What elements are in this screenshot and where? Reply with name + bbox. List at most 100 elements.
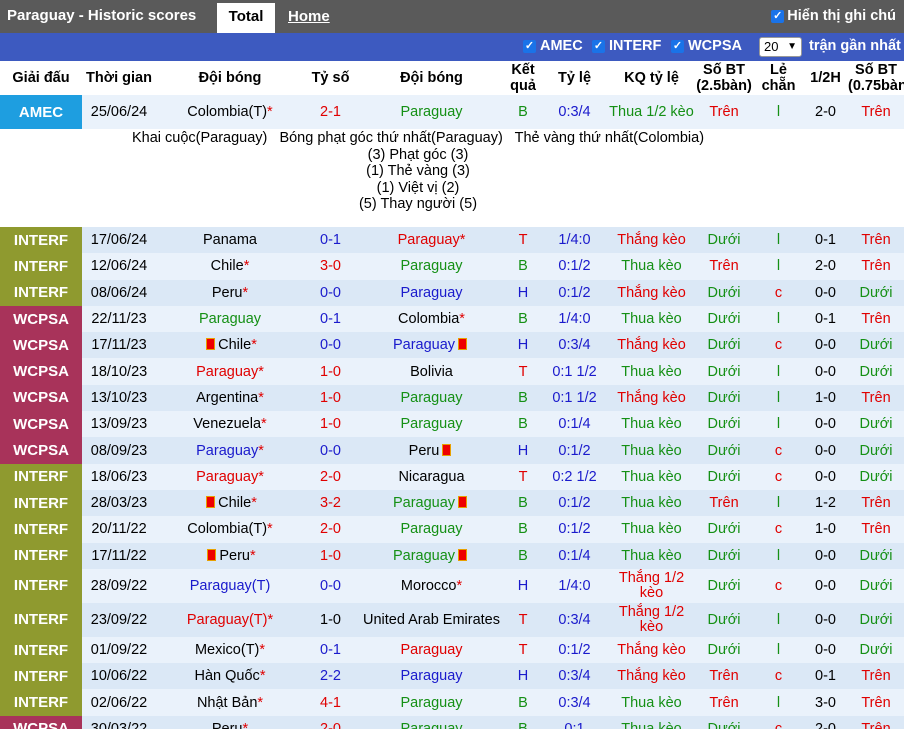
score-cell[interactable]: 1-0 [304,358,357,385]
league-cell[interactable]: INTERF [0,689,82,716]
away-team-cell[interactable]: Paraguay [357,715,506,729]
score-cell[interactable]: 1-0 [304,384,357,412]
league-cell[interactable]: INTERF [0,227,82,254]
score-cell[interactable]: 2-1 [304,95,357,129]
away-team-cell[interactable]: Bolivia [357,358,506,385]
away-team-cell[interactable]: Paraguay [357,253,506,280]
score-cell[interactable]: 0-1 [304,227,357,254]
filter-wcpsa[interactable]: ✓ WCPSA [671,38,742,54]
league-cell[interactable]: INTERF [0,542,82,569]
tab-total[interactable]: Total [217,3,275,33]
league-cell[interactable]: WCPSA [0,715,82,729]
away-team-cell[interactable]: Paraguay [357,689,506,716]
table-row[interactable]: INTERF 28/03/23 Chile* 3-2 Paraguay B 0:1/2 Thu… [0,489,904,517]
away-team-cell[interactable]: Paraguay [357,542,506,569]
league-cell[interactable]: INTERF [0,463,82,490]
league-cell[interactable]: WCPSA [0,437,82,464]
home-team-cell[interactable]: Peru* [156,542,304,569]
league-cell[interactable]: WCPSA [0,305,82,333]
score-cell[interactable]: 2-0 [304,715,357,729]
score-cell[interactable]: 0-0 [304,568,357,603]
score-cell[interactable]: 1-0 [304,602,357,637]
home-team-cell[interactable]: Chile* [156,253,304,280]
checkbox-icon[interactable]: ✓ [523,39,536,53]
away-team-cell[interactable]: United Arab Emirates [357,602,506,637]
home-team-cell[interactable]: Colombia(T)* [156,516,304,543]
table-row[interactable]: WCPSA 22/11/23 Paraguay 0-1 Colombia* B 1/4:0 T… [0,305,904,333]
away-team-cell[interactable]: Peru [357,437,506,464]
home-team-cell[interactable]: Peru* [156,715,304,729]
table-row[interactable]: INTERF 23/09/22 Paraguay(T)* 1-0 United Arab… [0,602,904,637]
table-row[interactable]: AMEC 25/06/24 Colombia(T)* 2-1 Paraguay B 0:3/… [0,95,904,129]
league-cell[interactable]: INTERF [0,663,82,690]
home-team-cell[interactable]: Venezuela* [156,411,304,438]
table-row[interactable]: INTERF 01/09/22 Mexico(T)* 0-1 Paraguay T 0:1/… [0,636,904,664]
table-row[interactable]: INTERF 17/06/24 Panama 0-1 Paraguay* T 1/4:0 Th… [0,227,904,254]
score-cell[interactable]: 1-0 [304,411,357,438]
home-team-cell[interactable]: Mexico(T)* [156,636,304,664]
table-row[interactable]: INTERF 18/06/23 Paraguay* 2-0 Nicaragua T 0:2 … [0,463,904,490]
score-cell[interactable]: 0-0 [304,332,357,359]
tab-home[interactable]: Home [288,3,330,33]
league-cell[interactable]: WCPSA [0,384,82,412]
checkbox-icon[interactable]: ✓ [671,39,684,53]
score-cell[interactable]: 0-0 [304,437,357,464]
score-cell[interactable]: 2-0 [304,463,357,490]
table-row[interactable]: WCPSA 13/10/23 Argentina* 1-0 Paraguay B 0:1 1… [0,384,904,412]
score-cell[interactable]: 0-0 [304,279,357,306]
table-row[interactable]: WCPSA 18/10/23 Paraguay* 1-0 Bolivia T 0:1 1/2… [0,358,904,385]
table-row[interactable]: INTERF 10/06/22 Hàn Quốc* 2-2 Paraguay H 0:3/4… [0,663,904,690]
league-cell[interactable]: INTERF [0,568,82,603]
filter-interf[interactable]: ✓ INTERF [592,38,661,54]
home-team-cell[interactable]: Peru* [156,279,304,306]
away-team-cell[interactable]: Morocco* [357,568,506,603]
away-team-cell[interactable]: Paraguay [357,489,506,517]
league-cell[interactable]: INTERF [0,489,82,517]
away-team-cell[interactable]: Paraguay [357,384,506,412]
table-row[interactable]: INTERF 12/06/24 Chile* 3-0 Paraguay B 0:1/2 Thu… [0,253,904,280]
home-team-cell[interactable]: Panama [156,227,304,254]
home-team-cell[interactable]: Paraguay(T)* [156,602,304,637]
checkbox-icon[interactable]: ✓ [592,39,605,53]
home-team-cell[interactable]: Paraguay [156,305,304,333]
league-cell[interactable]: WCPSA [0,332,82,359]
league-cell[interactable]: INTERF [0,279,82,306]
table-row[interactable]: INTERF 08/06/24 Peru* 0-0 Paraguay H 0:1/2 Thắn… [0,279,904,306]
away-team-cell[interactable]: Paraguay [357,332,506,359]
away-team-cell[interactable]: Paraguay [357,663,506,690]
away-team-cell[interactable]: Paraguay [357,411,506,438]
away-team-cell[interactable]: Nicaragua [357,463,506,490]
score-cell[interactable]: 0-1 [304,305,357,333]
show-notes-toggle[interactable]: ✓ Hiển thị ghi chú [771,8,896,24]
league-cell[interactable]: INTERF [0,516,82,543]
score-cell[interactable]: 4-1 [304,689,357,716]
home-team-cell[interactable]: Chile* [156,332,304,359]
table-row[interactable]: WCPSA 13/09/23 Venezuela* 1-0 Paraguay B 0:1/4… [0,411,904,438]
away-team-cell[interactable]: Paraguay [357,279,506,306]
league-cell[interactable]: WCPSA [0,358,82,385]
league-cell[interactable]: INTERF [0,636,82,664]
score-cell[interactable]: 1-0 [304,542,357,569]
home-team-cell[interactable]: Paraguay* [156,437,304,464]
home-team-cell[interactable]: Paraguay(T) [156,568,304,603]
home-team-cell[interactable]: Paraguay* [156,358,304,385]
home-team-cell[interactable]: Nhật Bản* [156,689,304,716]
table-row[interactable]: INTERF 02/06/22 Nhật Bản* 4-1 Paraguay B 0:3/4… [0,689,904,716]
away-team-cell[interactable]: Paraguay [357,95,506,129]
league-cell[interactable]: INTERF [0,253,82,280]
away-team-cell[interactable]: Colombia* [357,305,506,333]
match-count-select[interactable]: 20 ▼ [759,37,802,57]
score-cell[interactable]: 2-0 [304,516,357,543]
home-team-cell[interactable]: Paraguay* [156,463,304,490]
home-team-cell[interactable]: Argentina* [156,384,304,412]
checkbox-icon[interactable]: ✓ [771,9,785,23]
home-team-cell[interactable]: Hàn Quốc* [156,663,304,690]
home-team-cell[interactable]: Chile* [156,489,304,517]
score-cell[interactable]: 2-2 [304,663,357,690]
score-cell[interactable]: 3-2 [304,489,357,517]
table-row[interactable]: INTERF 28/09/22 Paraguay(T) 0-0 Morocco* H 1/4… [0,568,904,603]
league-cell[interactable]: AMEC [0,95,82,129]
table-row[interactable]: INTERF 20/11/22 Colombia(T)* 2-0 Paraguay B 0:… [0,516,904,543]
table-row[interactable]: WCPSA 30/03/22 Peru* 2-0 Paraguay B 0:1 Thua kè… [0,715,904,729]
away-team-cell[interactable]: Paraguay [357,516,506,543]
